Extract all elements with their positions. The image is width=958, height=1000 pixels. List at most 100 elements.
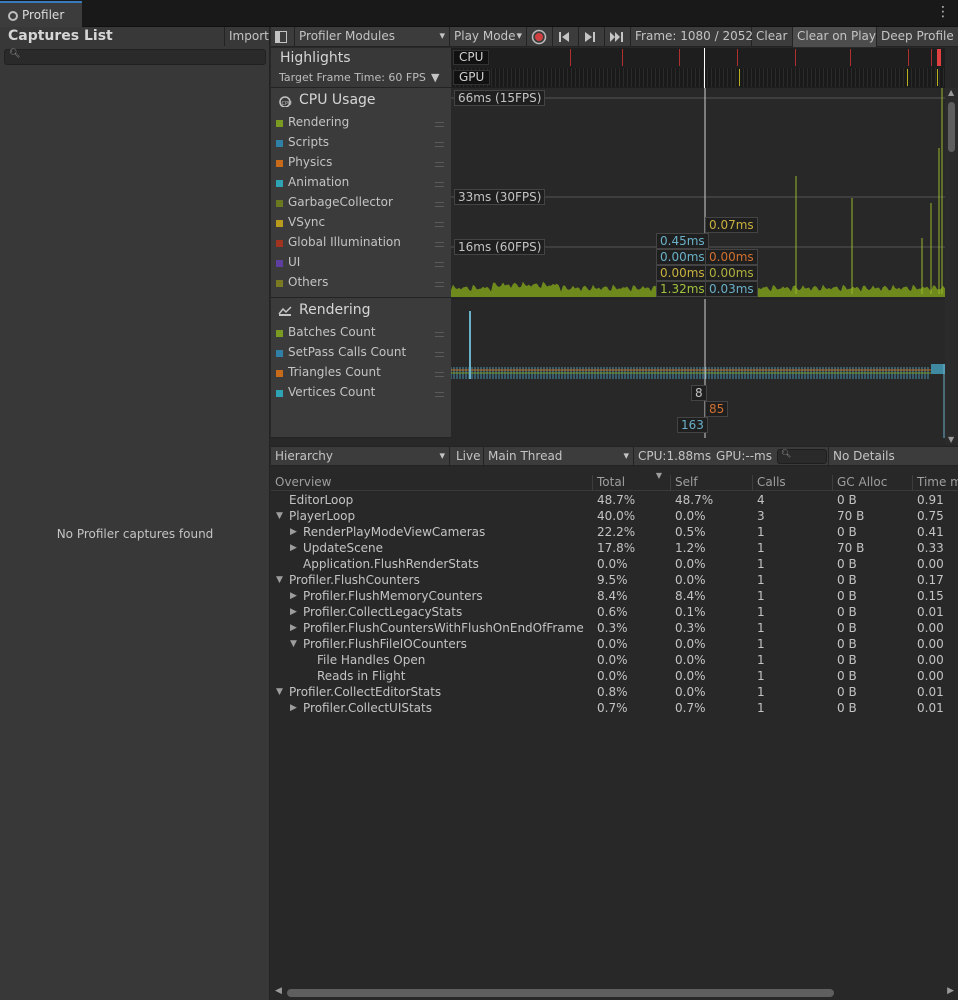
drag-handle-icon[interactable] [435, 282, 444, 287]
modules-scrollbar[interactable]: ▲ ▼ [945, 88, 958, 444]
legend-item[interactable]: Rendering [276, 115, 446, 135]
table-row[interactable]: ▼ Profiler.FlushFileIOCounters 0.0% 0.0% 1 0 … [271, 637, 958, 653]
view-dropdown[interactable]: Hierarchy [271, 447, 450, 467]
collapse-arrow-icon[interactable]: ▶ [290, 607, 297, 617]
table-row[interactable]: EditorLoop 48.7% 48.7% 4 0 B 0.91 [271, 493, 958, 509]
sidebar-toggle-icon[interactable] [271, 27, 295, 47]
import-button[interactable]: Import [224, 27, 270, 46]
table-row[interactable]: ▼ Profiler.FlushCounters 9.5% 0.0% 1 0 B 0.17 [271, 573, 958, 589]
current-frame-icon[interactable] [605, 27, 631, 47]
table-row[interactable]: ▶ Profiler.CollectUIStats 0.7% 0.7% 1 0 B 0.01 [271, 701, 958, 717]
row-name: File Handles Open [317, 653, 426, 667]
profiler-modules-dropdown[interactable]: Profiler Modules [295, 27, 450, 47]
scrollbar-thumb[interactable] [287, 989, 834, 997]
table-row[interactable]: ▶ RenderPlayModeViewCameras 22.2% 0.5% 1 0 B 0… [271, 525, 958, 541]
collapse-arrow-icon[interactable]: ▶ [290, 543, 297, 553]
row-name: Profiler.CollectLegacyStats [303, 605, 463, 619]
drag-handle-icon[interactable] [435, 202, 444, 207]
captures-search-input[interactable]: 🔍︎ [4, 49, 266, 65]
cpu-usage-graph[interactable]: 66ms (15FPS) 33ms (30FPS) 16ms (60FPS) 0… [451, 88, 945, 297]
row-name: UpdateScene [303, 541, 384, 555]
drag-handle-icon[interactable] [435, 352, 444, 357]
scroll-down-icon[interactable]: ▼ [948, 435, 954, 444]
details-mode[interactable]: No Details [828, 447, 958, 467]
drag-handle-icon[interactable] [435, 372, 444, 377]
legend-item[interactable]: Triangles Count [276, 365, 446, 385]
cpu-spike-marker [931, 49, 932, 66]
scrollbar-thumb[interactable] [948, 102, 955, 152]
legend-item[interactable]: Vertices Count [276, 385, 446, 405]
table-row[interactable]: ▶ Profiler.CollectLegacyStats 0.6% 0.1% 1 0 B… [271, 605, 958, 621]
deep-profile-button[interactable]: Deep Profile [877, 27, 958, 47]
column-total[interactable]: Total ▼ [592, 471, 670, 491]
table-row[interactable]: Application.FlushRenderStats 0.0% 0.0% 1 0 B… [271, 557, 958, 573]
view-label: Hierarchy [275, 449, 334, 463]
legend-item[interactable]: Global Illumination [276, 235, 446, 255]
expand-arrow-icon[interactable]: ▼ [276, 511, 283, 521]
collapse-arrow-icon[interactable]: ▶ [290, 703, 297, 713]
column-time-ms[interactable]: Time m [912, 475, 958, 491]
scroll-right-icon[interactable]: ▶ [947, 986, 954, 996]
table-row[interactable]: ▶ Profiler.FlushMemoryCounters 8.4% 8.4% 1 0 … [271, 589, 958, 605]
legend-item[interactable]: Batches Count [276, 325, 446, 345]
expand-arrow-icon[interactable]: ▼ [276, 687, 283, 697]
collapse-arrow-icon[interactable]: ▶ [290, 527, 297, 537]
table-row[interactable]: ▶ Profiler.FlushCountersWithFlushOnEndOfF… [271, 621, 958, 637]
table-row[interactable]: ▼ PlayerLoop 40.0% 0.0% 3 70 B 0.75 [271, 509, 958, 525]
details-search-input[interactable]: 🔍︎ [777, 449, 827, 464]
legend-label: Scripts [288, 135, 330, 149]
drag-handle-icon[interactable] [435, 222, 444, 227]
column-gc-alloc[interactable]: GC Alloc [832, 475, 912, 491]
legend-item[interactable]: GarbageCollector [276, 195, 446, 215]
legend-item[interactable]: Physics [276, 155, 446, 175]
clear-on-play-button[interactable]: Clear on Play [793, 27, 877, 47]
row-gc: 0 B [837, 605, 857, 619]
play-mode-dropdown[interactable]: Play Mode [450, 27, 527, 47]
record-button[interactable] [527, 27, 553, 47]
row-total: 0.7% [597, 701, 628, 715]
drag-handle-icon[interactable] [435, 332, 444, 337]
column-self[interactable]: Self [670, 475, 752, 491]
scroll-up-icon[interactable]: ▲ [948, 88, 954, 97]
scroll-left-icon[interactable]: ◀ [275, 986, 282, 996]
cpu-spike-marker [737, 49, 738, 66]
kebab-menu-icon[interactable]: ⋮ [936, 4, 950, 20]
table-row[interactable]: ▶ UpdateScene 17.8% 1.2% 1 70 B 0.33 [271, 541, 958, 557]
legend-item[interactable]: Scripts [276, 135, 446, 155]
legend-label: Triangles Count [288, 365, 381, 379]
chevron-down-icon[interactable]: ▼ [431, 71, 439, 84]
tab-profiler[interactable]: Profiler [0, 1, 82, 27]
drag-handle-icon[interactable] [435, 162, 444, 167]
horizontal-scrollbar[interactable]: ◀ ▶ [271, 986, 958, 1000]
previous-frame-icon[interactable] [553, 27, 579, 47]
clear-button[interactable]: Clear [752, 27, 793, 47]
next-frame-icon[interactable] [579, 27, 605, 47]
drag-handle-icon[interactable] [435, 262, 444, 267]
drag-handle-icon[interactable] [435, 182, 444, 187]
drag-handle-icon[interactable] [435, 142, 444, 147]
column-overview[interactable]: Overview [271, 475, 592, 491]
legend-item[interactable]: UI [276, 255, 446, 275]
cpu-usage-module[interactable]: CPU CPU Usage Rendering Scripts Physics Ani… [271, 88, 451, 298]
drag-handle-icon[interactable] [435, 392, 444, 397]
highlights-track[interactable]: CPU GPU [451, 48, 945, 88]
collapse-arrow-icon[interactable]: ▶ [290, 591, 297, 601]
thread-dropdown[interactable]: Main Thread [484, 447, 634, 467]
collapse-arrow-icon[interactable]: ▶ [290, 623, 297, 633]
drag-handle-icon[interactable] [435, 242, 444, 247]
legend-item[interactable]: SetPass Calls Count [276, 345, 446, 365]
table-row[interactable]: Reads in Flight 0.0% 0.0% 1 0 B 0.00 [271, 669, 958, 685]
column-calls[interactable]: Calls [752, 475, 832, 491]
legend-item[interactable]: VSync [276, 215, 446, 235]
row-total: 0.6% [597, 605, 628, 619]
expand-arrow-icon[interactable]: ▼ [276, 575, 283, 585]
table-row[interactable]: ▼ Profiler.CollectEditorStats 0.8% 0.0% 1 0 B… [271, 685, 958, 701]
drag-handle-icon[interactable] [435, 122, 444, 127]
expand-arrow-icon[interactable]: ▼ [290, 639, 297, 649]
rendering-module[interactable]: Rendering Batches Count SetPass Calls Cou… [271, 298, 451, 438]
live-toggle[interactable]: Live [452, 447, 484, 467]
table-row[interactable]: File Handles Open 0.0% 0.0% 1 0 B 0.00 [271, 653, 958, 669]
legend-item[interactable]: Others [276, 275, 446, 295]
legend-item[interactable]: Animation [276, 175, 446, 195]
rendering-graph[interactable]: 8 85 163 [451, 298, 945, 438]
